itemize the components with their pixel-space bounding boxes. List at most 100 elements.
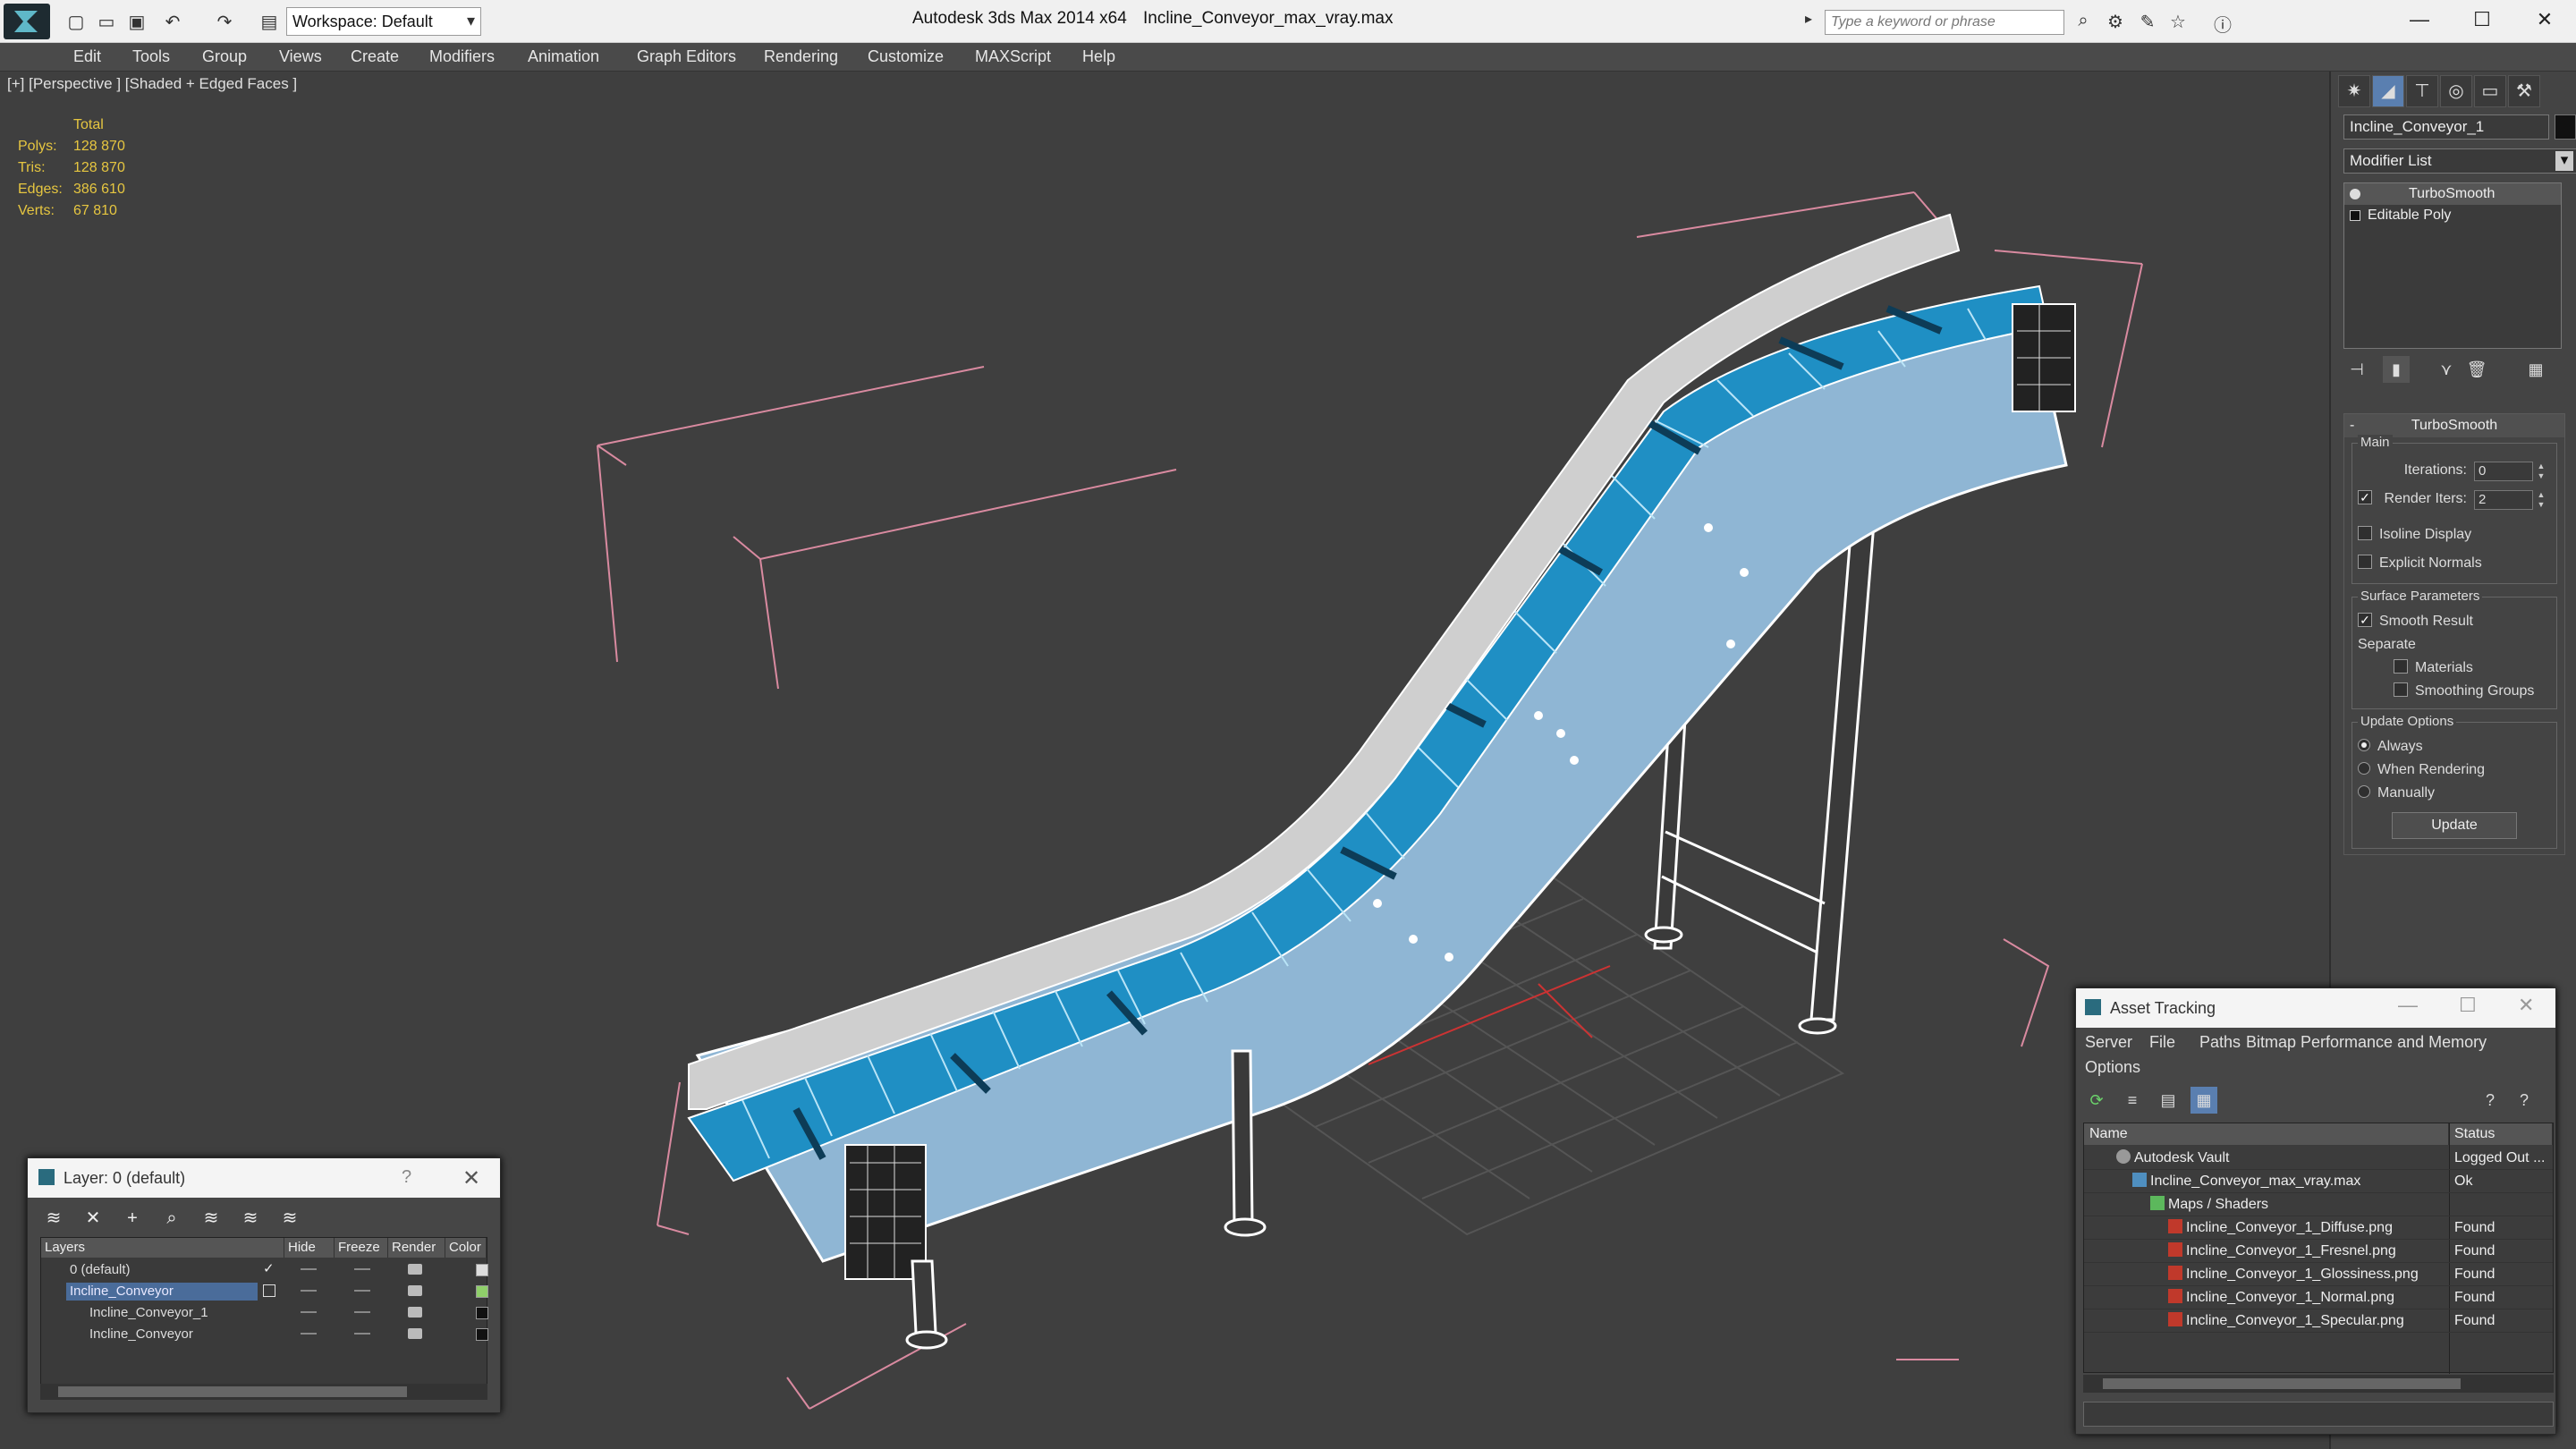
materials-checkbox[interactable] bbox=[2394, 658, 2408, 674]
new-file-icon[interactable]: ▢ bbox=[63, 9, 89, 34]
col-layers[interactable]: Layers bbox=[41, 1238, 284, 1258]
binoculars-icon[interactable]: ⌕ bbox=[2070, 11, 2097, 34]
search-expand-icon[interactable]: ▸ bbox=[1805, 10, 1825, 35]
select-objects-icon[interactable]: ⌕ bbox=[158, 1205, 185, 1232]
when-rendering-option[interactable]: When Rendering bbox=[2358, 758, 2551, 782]
viewport-label[interactable]: [+] [Perspective ] [Shaded + Edged Faces… bbox=[7, 75, 297, 93]
manually-radio[interactable] bbox=[2358, 784, 2370, 798]
spinner-arrows-icon[interactable]: ▲ ▼ bbox=[2535, 462, 2547, 481]
smooth-result-row[interactable]: ✓ Smooth Result bbox=[2358, 610, 2551, 633]
create-layer-icon[interactable]: ≋ bbox=[40, 1205, 67, 1232]
detail-view-icon[interactable]: ▤ bbox=[2155, 1087, 2182, 1114]
col-render[interactable]: Render bbox=[388, 1238, 445, 1258]
app-logo-icon[interactable] bbox=[4, 4, 50, 39]
asset-row[interactable]: Incline_Conveyor_1_Specular.png Found bbox=[2084, 1309, 2553, 1333]
render-iters-spinner[interactable]: 2 bbox=[2474, 490, 2533, 510]
subscription-icon[interactable]: ⚙ bbox=[2102, 11, 2129, 34]
layer-row[interactable]: Incline_Conveyor bbox=[41, 1281, 488, 1302]
display-tab-icon[interactable]: ▭ bbox=[2474, 75, 2506, 107]
help-icon[interactable]: ⓘ bbox=[2209, 11, 2236, 36]
asset-menu-file[interactable]: File bbox=[2149, 1033, 2175, 1052]
asset-dialog-titlebar[interactable]: Asset Tracking — ☐ ✕ bbox=[2076, 988, 2555, 1028]
asset-horizontal-scrollbar[interactable] bbox=[2083, 1375, 2554, 1393]
explicit-normals-checkbox[interactable] bbox=[2358, 554, 2372, 569]
layer-row[interactable]: Incline_Conveyor bbox=[41, 1324, 488, 1345]
project-folder-icon[interactable]: ▤ bbox=[256, 9, 283, 34]
col-hide[interactable]: Hide bbox=[284, 1238, 335, 1258]
asset-row[interactable]: Incline_Conveyor_max_vray.max Ok bbox=[2084, 1170, 2553, 1193]
col-color[interactable]: Color bbox=[445, 1238, 487, 1258]
menu-maxscript[interactable]: MAXScript bbox=[975, 47, 1051, 66]
expand-plus-icon[interactable] bbox=[2350, 209, 2360, 221]
maximize-icon[interactable]: ☐ bbox=[2459, 994, 2477, 1017]
layer-color-swatch[interactable] bbox=[476, 1328, 488, 1341]
manually-option[interactable]: Manually bbox=[2358, 782, 2551, 805]
close-window-icon[interactable]: ✕ bbox=[2513, 2, 2576, 38]
save-file-icon[interactable]: ▣ bbox=[123, 9, 150, 34]
scroll-thumb[interactable] bbox=[58, 1386, 407, 1397]
asset-row[interactable]: Incline_Conveyor_1_Glossiness.png Found bbox=[2084, 1263, 2553, 1286]
menu-animation[interactable]: Animation bbox=[528, 47, 599, 66]
update-button[interactable]: Update bbox=[2392, 812, 2517, 839]
render-teapot-icon[interactable] bbox=[408, 1285, 422, 1296]
modify-tab-icon[interactable]: ◢ bbox=[2372, 75, 2404, 107]
table-view-icon[interactable]: ▦ bbox=[2190, 1087, 2217, 1114]
asset-menu-paths[interactable]: Paths bbox=[2199, 1033, 2241, 1052]
create-tab-icon[interactable]: ✷ bbox=[2338, 75, 2370, 107]
spinner-arrows-icon[interactable]: ▲ ▼ bbox=[2535, 490, 2547, 510]
smoothing-groups-row[interactable]: Smoothing Groups bbox=[2358, 680, 2551, 703]
render-iters-checkbox[interactable]: ✓ bbox=[2358, 489, 2372, 504]
show-end-result-icon[interactable]: ▮ bbox=[2383, 356, 2410, 383]
lightbulb-icon[interactable] bbox=[2350, 188, 2360, 199]
menu-modifiers[interactable]: Modifiers bbox=[429, 47, 495, 66]
make-unique-icon[interactable]: ⋎ bbox=[2433, 356, 2460, 383]
help-icon[interactable]: ? bbox=[402, 1167, 411, 1188]
menu-tools[interactable]: Tools bbox=[132, 47, 170, 66]
pin-stack-icon[interactable]: ⊣ bbox=[2343, 356, 2370, 383]
workspace-select[interactable]: Workspace: Default bbox=[286, 7, 481, 36]
asset-row[interactable]: Maps / Shaders bbox=[2084, 1193, 2553, 1216]
col-name[interactable]: Name bbox=[2084, 1123, 2449, 1145]
highlight-layer-icon[interactable]: ≋ bbox=[198, 1205, 225, 1232]
menu-help[interactable]: Help bbox=[1082, 47, 1115, 66]
always-radio[interactable] bbox=[2358, 738, 2370, 751]
asset-row[interactable]: Incline_Conveyor_1_Diffuse.png Found bbox=[2084, 1216, 2553, 1240]
favorites-star-icon[interactable]: ☆ bbox=[2165, 11, 2191, 34]
minimize-window-icon[interactable]: — bbox=[2388, 2, 2451, 38]
layer-color-swatch[interactable] bbox=[476, 1264, 488, 1276]
smooth-result-checkbox[interactable]: ✓ bbox=[2358, 612, 2372, 627]
asset-menu-server[interactable]: Server bbox=[2085, 1033, 2132, 1052]
col-status[interactable]: Status bbox=[2449, 1123, 2553, 1145]
help-topics-icon[interactable]: ? bbox=[2477, 1087, 2504, 1114]
open-file-icon[interactable]: ▭ bbox=[93, 9, 120, 34]
always-option[interactable]: Always bbox=[2358, 735, 2551, 758]
active-layer-check-icon[interactable]: ✓ bbox=[263, 1260, 275, 1276]
asset-row[interactable]: Autodesk Vault Logged Out ... bbox=[2084, 1147, 2553, 1170]
layer-row[interactable]: Incline_Conveyor_1 bbox=[41, 1302, 488, 1324]
asset-menu-options[interactable]: Options bbox=[2085, 1058, 2140, 1077]
minimize-icon[interactable]: — bbox=[2398, 994, 2418, 1017]
quick-help-icon[interactable]: ? bbox=[2511, 1087, 2538, 1114]
render-teapot-icon[interactable] bbox=[408, 1328, 422, 1339]
asset-menu-bitmap[interactable]: Bitmap Performance and Memory bbox=[2246, 1033, 2487, 1052]
menu-create[interactable]: Create bbox=[351, 47, 399, 66]
col-freeze[interactable]: Freeze bbox=[335, 1238, 388, 1258]
render-teapot-icon[interactable] bbox=[408, 1264, 422, 1275]
modifier-list-dropdown[interactable]: Modifier List bbox=[2343, 148, 2576, 174]
layer-dialog-titlebar[interactable]: Layer: 0 (default) ? ✕ bbox=[28, 1158, 500, 1198]
asset-row[interactable]: Incline_Conveyor_1_Fresnel.png Found bbox=[2084, 1240, 2553, 1263]
close-icon[interactable]: ✕ bbox=[462, 1165, 480, 1191]
search-input[interactable]: Type a keyword or phrase bbox=[1825, 10, 2064, 35]
asset-row[interactable]: Incline_Conveyor_1_Normal.png Found bbox=[2084, 1286, 2553, 1309]
list-view-icon[interactable]: ≡ bbox=[2119, 1087, 2146, 1114]
when-rendering-radio[interactable] bbox=[2358, 761, 2370, 775]
communication-icon[interactable]: ✎ bbox=[2134, 11, 2161, 34]
set-active-box-icon[interactable] bbox=[263, 1284, 275, 1297]
materials-row[interactable]: Materials bbox=[2358, 657, 2551, 680]
utilities-tab-icon[interactable]: ⚒ bbox=[2508, 75, 2540, 107]
object-color-swatch[interactable] bbox=[2555, 114, 2576, 140]
layer-row[interactable]: 0 (default) ✓ bbox=[41, 1259, 488, 1281]
undo-icon[interactable]: ↶ bbox=[159, 9, 186, 34]
freeze-all-icon[interactable]: ≋ bbox=[276, 1205, 303, 1232]
scroll-thumb[interactable] bbox=[2103, 1378, 2461, 1389]
